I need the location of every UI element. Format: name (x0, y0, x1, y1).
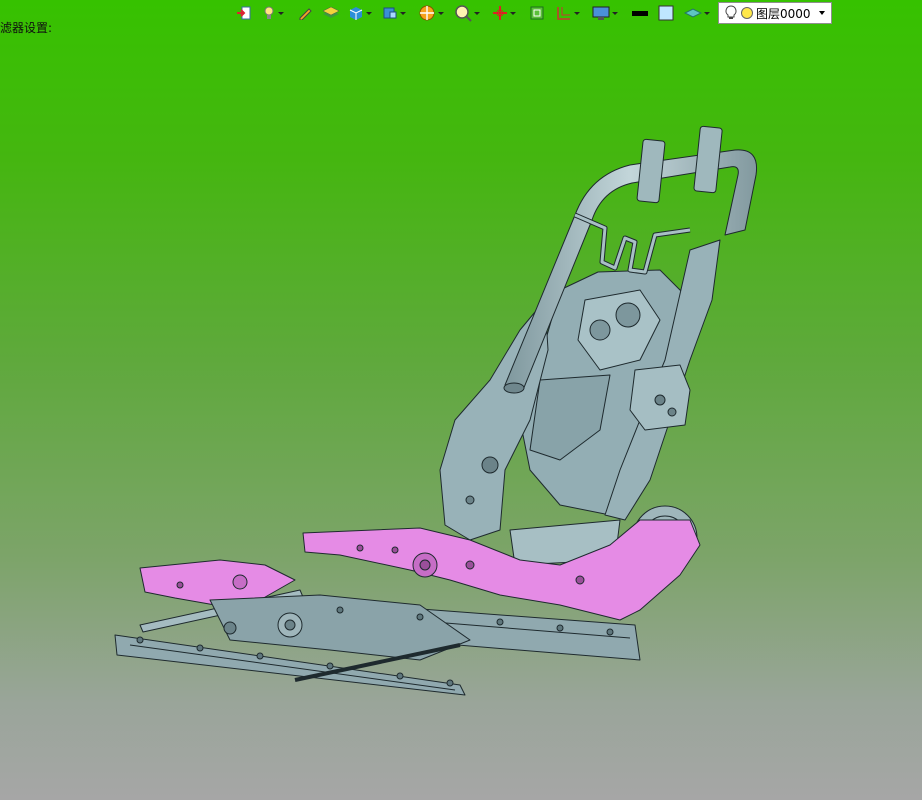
headrest-guide-left (636, 138, 666, 204)
headrest-guide-right (693, 125, 723, 194)
seat-frame-model[interactable] (0, 0, 922, 800)
